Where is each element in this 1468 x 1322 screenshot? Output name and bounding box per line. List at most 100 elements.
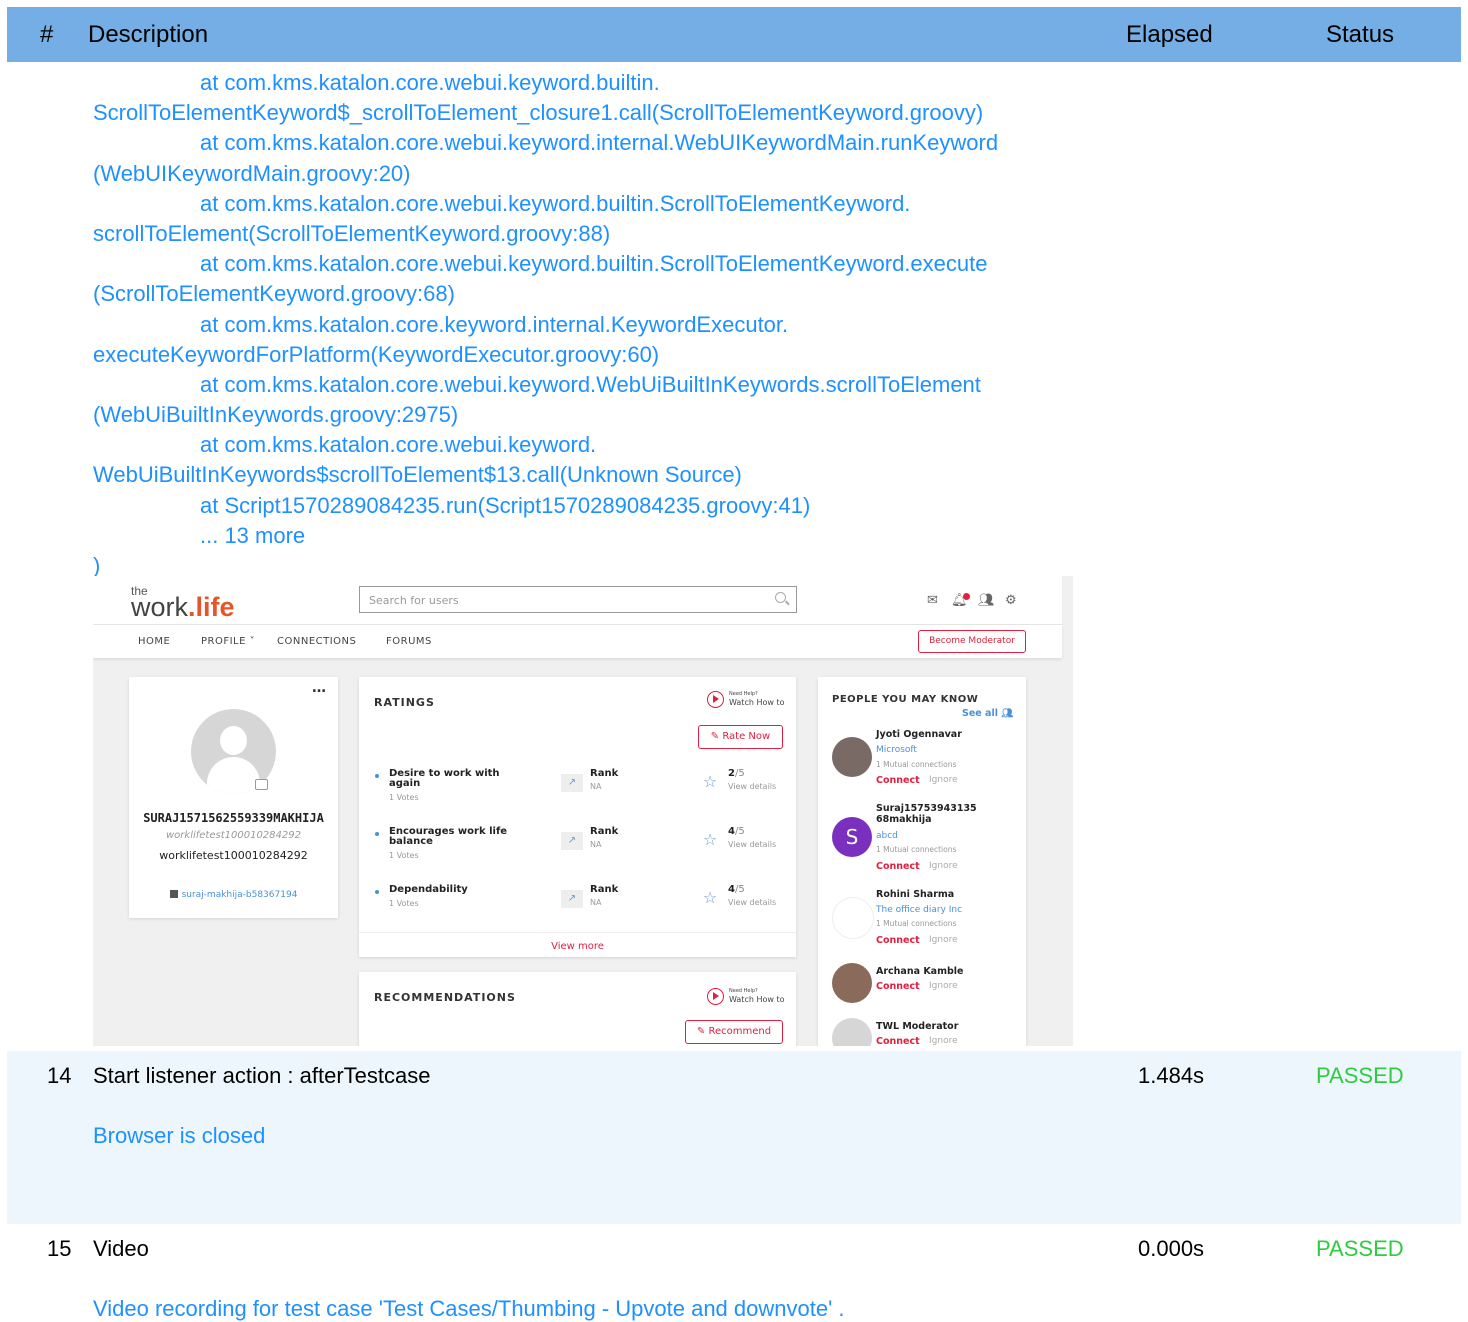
trace-line: at Script1570289084235.run(Script1570289… xyxy=(200,492,811,518)
profile-username: worklifetest100010284292 xyxy=(166,830,301,841)
nav-home[interactable]: HOME xyxy=(138,636,170,647)
nav-connections[interactable]: CONNECTIONS xyxy=(277,636,356,647)
trace-line: scrollToElement(ScrollToElementKeyword.g… xyxy=(93,220,611,246)
recommendations-title: RECOMMENDATIONS xyxy=(374,991,516,1004)
person-name[interactable]: TWL Moderator xyxy=(876,1021,958,1032)
star-icon[interactable]: ☆ xyxy=(699,829,721,851)
view-details-link[interactable]: View details xyxy=(728,782,776,791)
nav-profile[interactable]: PROFILE ˅ xyxy=(201,636,255,647)
more-options-icon[interactable]: … xyxy=(312,680,326,696)
person-avatar[interactable] xyxy=(832,897,874,939)
table-row: 14 Start listener action : afterTestcase… xyxy=(7,1051,1461,1224)
view-details-link[interactable]: View details xyxy=(728,840,776,849)
header-num: # xyxy=(40,21,54,48)
trace-line: at com.kms.katalon.core.webui.keyword.bu… xyxy=(200,190,911,216)
notification-badge xyxy=(963,593,970,600)
rank-label: Rank xyxy=(590,768,619,779)
rating-votes: 1 Votes xyxy=(389,899,419,908)
row-message: Video recording for test case 'Test Case… xyxy=(93,1296,845,1321)
person-avatar[interactable]: S xyxy=(832,817,872,857)
bullet xyxy=(375,890,379,894)
connect-button[interactable]: Connect xyxy=(876,861,920,872)
person-name[interactable]: Suraj15753943135 68makhija xyxy=(876,803,994,825)
trace-line: (WebUiBuiltInKeywords.groovy:2975) xyxy=(93,402,459,428)
play-icon xyxy=(707,988,724,1005)
view-details-link[interactable]: View details xyxy=(728,898,776,907)
trace-line: executeKeywordForPlatform(KeywordExecuto… xyxy=(93,341,660,367)
connect-button[interactable]: Connect xyxy=(876,935,920,946)
ignore-button[interactable]: Ignore xyxy=(929,775,958,785)
trace-line: at com.kms.katalon.core.webui.keyword.We… xyxy=(200,371,981,397)
rank-label: Rank xyxy=(590,884,619,895)
gear-icon[interactable]: ⚙ xyxy=(1005,593,1017,608)
person-name[interactable]: Jyoti Ogennavar xyxy=(876,729,962,740)
linkedin-link[interactable]: suraj-makhija-b58367194 xyxy=(129,890,338,900)
table-row: 15 Video 0.000s PASSED Video recording f… xyxy=(7,1224,1461,1321)
people-icon[interactable]: 👥︎ xyxy=(978,593,995,608)
person-company[interactable]: abcd xyxy=(876,831,898,841)
connect-button[interactable]: Connect xyxy=(876,775,920,786)
ratings-card: RATINGS Need Help? Watch How to ✎ Rate N… xyxy=(359,677,796,957)
person-avatar[interactable] xyxy=(832,1018,872,1046)
ratings-title: RATINGS xyxy=(374,696,435,709)
trace-line: at com.kms.katalon.core.keyword.internal… xyxy=(200,311,789,337)
rank-value: NA xyxy=(590,898,602,907)
person-avatar[interactable] xyxy=(832,963,872,1003)
rate-now-button[interactable]: ✎ Rate Now xyxy=(698,725,783,749)
person-name[interactable]: Rohini Sharma xyxy=(876,889,954,900)
rating-score: 4/5 xyxy=(728,826,745,837)
ignore-button[interactable]: Ignore xyxy=(929,861,958,871)
search-input[interactable]: Search for users xyxy=(359,586,797,613)
header-description: Description xyxy=(88,21,209,48)
rating-score: 4/5 xyxy=(728,884,745,895)
see-all-link[interactable]: See all 👥︎ xyxy=(962,708,1013,719)
ignore-button[interactable]: Ignore xyxy=(929,981,958,991)
ignore-button[interactable]: Ignore xyxy=(929,1036,958,1046)
people-title: PEOPLE YOU MAY KNOW xyxy=(832,694,979,705)
mail-icon[interactable]: ✉ xyxy=(927,593,938,608)
person-name[interactable]: Archana Kamble xyxy=(876,966,964,977)
camera-icon[interactable] xyxy=(255,779,268,790)
rating-label: Desire to work with again xyxy=(389,768,500,789)
help-line1: Need Help? xyxy=(729,988,758,994)
row-message: Browser is closed xyxy=(93,1123,266,1148)
person-avatar[interactable] xyxy=(832,737,872,777)
help-line2: Watch How to xyxy=(729,995,785,1004)
site-nav: HOME PROFILE ˅ CONNECTIONS FORUMS Become… xyxy=(93,624,1062,658)
person-company[interactable]: The office diary Inc xyxy=(876,905,962,915)
trend-icon: ↗ xyxy=(561,774,583,792)
view-more-link[interactable]: View more xyxy=(359,932,796,952)
mutual-connections: 1 Mutual connections xyxy=(876,760,957,769)
trace-line: WebUiBuiltInKeywords$scrollToElement$13.… xyxy=(93,462,742,488)
rating-row: Desire to work with again 1 Votes ↗ Rank… xyxy=(359,768,796,818)
ignore-button[interactable]: Ignore xyxy=(929,935,958,945)
trace-line: ... 13 more xyxy=(200,522,306,548)
connect-button[interactable]: Connect xyxy=(876,981,920,992)
connect-button[interactable]: Connect xyxy=(876,1036,920,1046)
star-icon[interactable]: ☆ xyxy=(699,887,721,909)
linkedin-handle: suraj-makhija-b58367194 xyxy=(181,890,298,900)
star-icon[interactable]: ☆ xyxy=(699,771,721,793)
row-elapsed: 0.000s xyxy=(1138,1236,1205,1261)
help-line2: Watch How to xyxy=(729,698,785,707)
rank-value: NA xyxy=(590,840,602,849)
bullet xyxy=(375,832,379,836)
logo-wordmark: work.life xyxy=(131,592,235,622)
recommend-button[interactable]: ✎ Recommend xyxy=(685,1020,783,1044)
logo-work: work xyxy=(131,592,189,622)
play-icon xyxy=(707,691,724,708)
trace-line: ScrollToElementKeyword$_scrollToElement_… xyxy=(93,100,984,126)
row-number: 15 xyxy=(47,1236,72,1261)
rating-label: Dependability xyxy=(389,884,468,895)
rating-votes: 1 Votes xyxy=(389,851,419,860)
rating-label: Encourages work life balance xyxy=(389,826,508,847)
become-moderator-button[interactable]: Become Moderator xyxy=(918,630,1026,653)
rating-row: Dependability 1 Votes ↗ Rank NA ☆ 4/5 Vi… xyxy=(359,884,796,934)
header-status: Status xyxy=(1326,21,1395,48)
search-icon[interactable] xyxy=(775,592,786,603)
rank-label: Rank xyxy=(590,826,619,837)
trace-line: at com.kms.katalon.core.webui.keyword.bu… xyxy=(200,251,988,277)
nav-forums[interactable]: FORUMS xyxy=(386,636,432,647)
person-company[interactable]: Microsoft xyxy=(876,745,917,755)
rating-row: Encourages work life balance 1 Votes ↗ R… xyxy=(359,826,796,876)
